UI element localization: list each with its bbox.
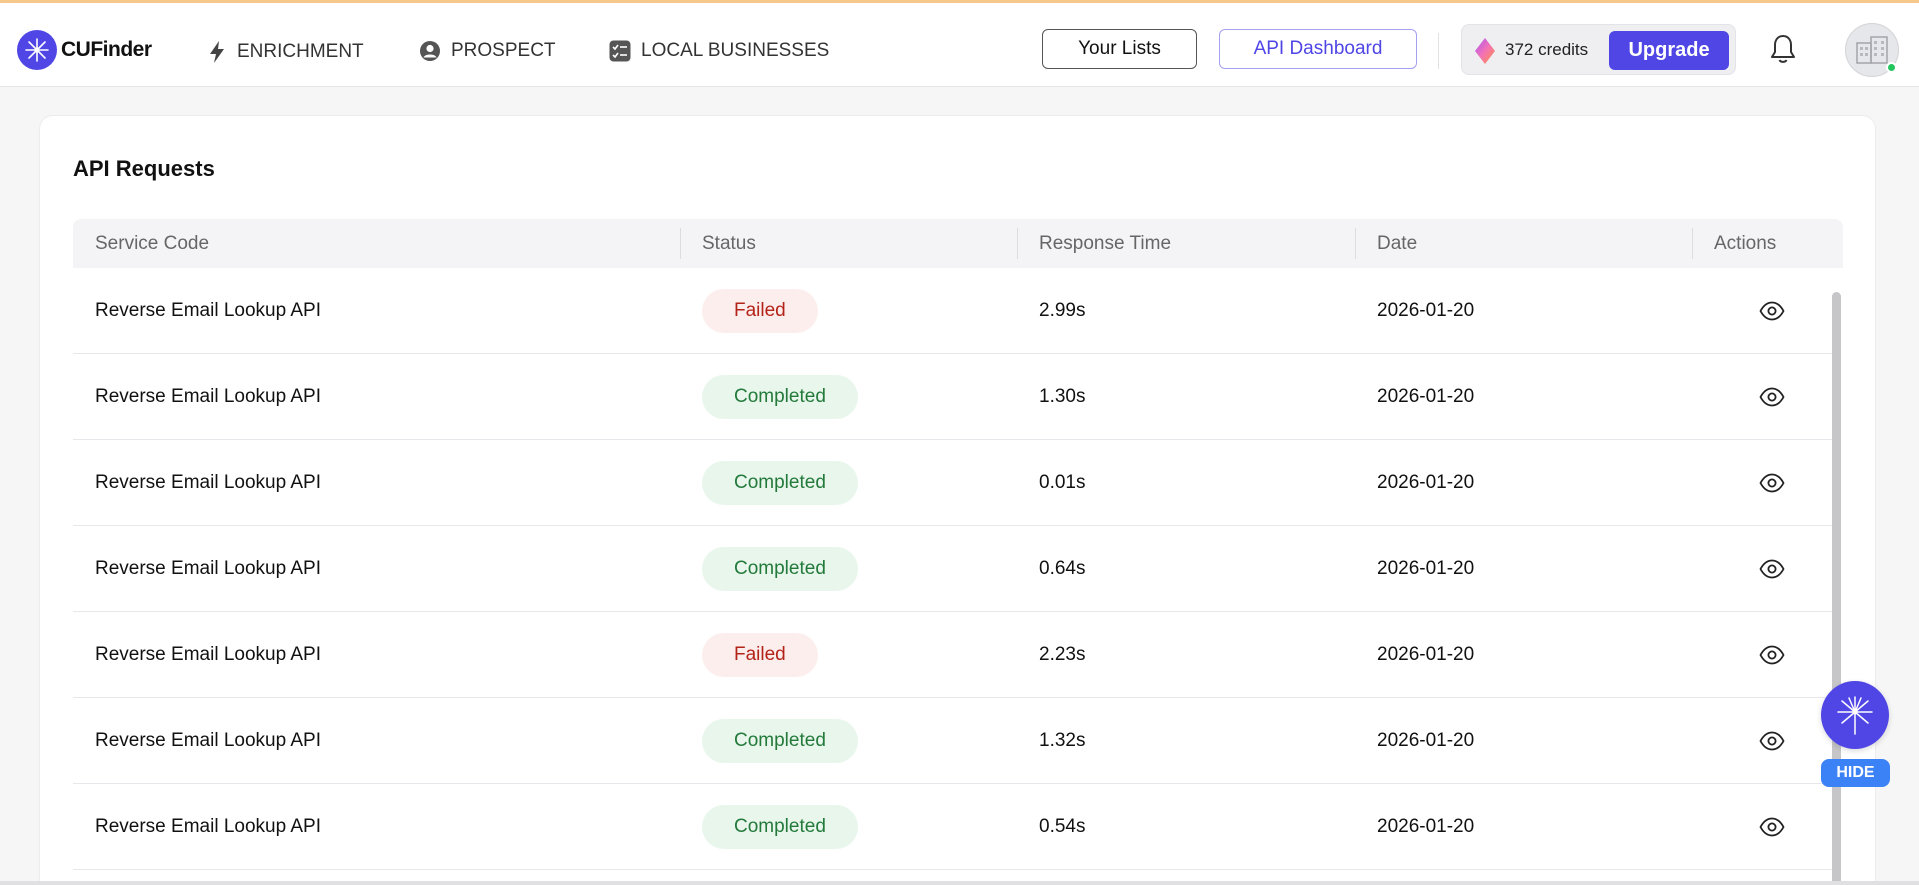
nav-local-businesses-label: LOCAL BUSINESSES bbox=[641, 40, 830, 61]
nav-enrichment-label: ENRICHMENT bbox=[237, 41, 364, 62]
status-cell: Failed bbox=[702, 612, 818, 698]
column-divider bbox=[1355, 228, 1356, 259]
date-cell: 2026-01-20 bbox=[1377, 558, 1475, 579]
response-time-cell: 1.30s bbox=[1039, 386, 1086, 407]
actions-cell bbox=[1759, 354, 1785, 440]
building-avatar-icon bbox=[1856, 36, 1888, 64]
bottom-edge bbox=[0, 881, 1919, 885]
response-time-cell: 0.54s bbox=[1039, 816, 1086, 837]
credits-panel: 372 credits Upgrade bbox=[1461, 24, 1736, 75]
column-header-actions: Actions bbox=[1714, 232, 1777, 254]
date-cell: 2026-01-20 bbox=[1377, 816, 1475, 837]
column-divider bbox=[680, 228, 681, 259]
assistant-widget-button[interactable] bbox=[1821, 681, 1889, 749]
api-dashboard-button[interactable]: API Dashboard bbox=[1219, 29, 1417, 69]
column-header-service-code: Service Code bbox=[95, 232, 210, 254]
date-cell: 2026-01-20 bbox=[1377, 300, 1475, 321]
service-code-cell: Reverse Email Lookup API bbox=[95, 816, 322, 837]
table-row: Reverse Email Lookup API Completed 0.01s 20… bbox=[73, 440, 1833, 526]
table-row: Reverse Email Lookup API Completed 1.32s 20… bbox=[73, 698, 1833, 784]
diamond-credits-icon bbox=[1475, 38, 1495, 64]
date-cell: 2026-01-20 bbox=[1377, 386, 1475, 407]
top-navbar: CUFinder ENRICHMENT PROSPECT LOCAL BUSIN… bbox=[0, 3, 1919, 87]
status-badge: Completed bbox=[702, 375, 858, 419]
status-cell: Completed bbox=[702, 698, 858, 784]
column-header-response-time: Response Time bbox=[1039, 232, 1172, 254]
table-scrollbar[interactable] bbox=[1832, 292, 1841, 885]
table-row: Reverse Email Lookup API Failed 2.99s 2026-… bbox=[73, 268, 1833, 354]
response-time-cell: 2.23s bbox=[1039, 644, 1086, 665]
status-badge: Completed bbox=[702, 461, 858, 505]
view-details-eye-icon[interactable] bbox=[1759, 645, 1785, 665]
nav-prospect[interactable]: PROSPECT bbox=[419, 40, 556, 62]
nav-local-businesses[interactable]: LOCAL BUSINESSES bbox=[609, 40, 829, 62]
column-divider bbox=[1017, 228, 1018, 259]
service-code-cell: Reverse Email Lookup API bbox=[95, 300, 322, 321]
upgrade-button[interactable]: Upgrade bbox=[1609, 31, 1729, 70]
service-code-cell: Reverse Email Lookup API bbox=[95, 386, 322, 407]
view-details-eye-icon[interactable] bbox=[1759, 731, 1785, 751]
view-details-eye-icon[interactable] bbox=[1759, 301, 1785, 321]
brand-name: CUFinder bbox=[61, 38, 152, 61]
response-time-cell: 2.99s bbox=[1039, 300, 1086, 321]
hide-widget-button[interactable]: HIDE bbox=[1821, 759, 1890, 787]
view-details-eye-icon[interactable] bbox=[1759, 559, 1785, 579]
notifications-bell-icon[interactable] bbox=[1768, 33, 1798, 70]
status-cell: Completed bbox=[702, 526, 858, 612]
view-details-eye-icon[interactable] bbox=[1759, 817, 1785, 837]
logo-mark-icon bbox=[17, 30, 57, 70]
online-status-dot bbox=[1886, 62, 1897, 73]
column-header-status: Status bbox=[702, 232, 756, 254]
status-badge: Failed bbox=[702, 289, 818, 333]
service-code-cell: Reverse Email Lookup API bbox=[95, 558, 322, 579]
status-badge: Completed bbox=[702, 805, 858, 849]
table-row: Reverse Email Lookup API Completed 0.64s 20… bbox=[73, 526, 1833, 612]
status-cell: Failed bbox=[702, 268, 818, 354]
service-code-cell: Reverse Email Lookup API bbox=[95, 472, 322, 493]
actions-cell bbox=[1759, 612, 1785, 698]
actions-cell bbox=[1759, 698, 1785, 784]
view-details-eye-icon[interactable] bbox=[1759, 387, 1785, 407]
your-lists-button[interactable]: Your Lists bbox=[1042, 29, 1197, 69]
response-time-cell: 0.64s bbox=[1039, 558, 1086, 579]
table-row: Reverse Email Lookup API Failed 2.23s 2026-… bbox=[73, 612, 1833, 698]
service-code-cell: Reverse Email Lookup API bbox=[95, 730, 322, 751]
view-details-eye-icon[interactable] bbox=[1759, 473, 1785, 493]
date-cell: 2026-01-20 bbox=[1377, 730, 1475, 751]
status-badge: Failed bbox=[702, 633, 818, 677]
api-requests-card: API Requests Service Code Status Respons… bbox=[39, 115, 1876, 885]
status-cell: Completed bbox=[702, 440, 858, 526]
status-badge: Completed bbox=[702, 547, 858, 591]
page-title: API Requests bbox=[73, 156, 215, 181]
header-divider bbox=[1438, 33, 1439, 69]
table-row: Reverse Email Lookup API Completed 1.30s 20… bbox=[73, 354, 1833, 440]
user-circle-icon bbox=[420, 41, 440, 61]
credits-count: 372 credits bbox=[1505, 40, 1589, 59]
dandelion-icon bbox=[1837, 696, 1873, 735]
actions-cell bbox=[1759, 268, 1785, 354]
column-header-date: Date bbox=[1377, 232, 1418, 254]
response-time-cell: 0.01s bbox=[1039, 472, 1086, 493]
status-cell: Completed bbox=[702, 354, 858, 440]
status-badge: Completed bbox=[702, 719, 858, 763]
table-row: Reverse Email Lookup API Completed 0.54s 20… bbox=[73, 784, 1833, 870]
bolt-icon bbox=[210, 41, 224, 63]
brand-logo[interactable]: CUFinder bbox=[17, 30, 152, 70]
checklist-icon bbox=[609, 40, 631, 62]
date-cell: 2026-01-20 bbox=[1377, 472, 1475, 493]
service-code-cell: Reverse Email Lookup API bbox=[95, 644, 322, 665]
status-cell: Completed bbox=[702, 784, 858, 870]
nav-prospect-label: PROSPECT bbox=[451, 40, 556, 61]
column-divider bbox=[1692, 228, 1693, 259]
table-header: Service Code Status Response Time Date A… bbox=[73, 219, 1843, 268]
nav-enrichment[interactable]: ENRICHMENT bbox=[207, 40, 364, 64]
response-time-cell: 1.32s bbox=[1039, 730, 1086, 751]
date-cell: 2026-01-20 bbox=[1377, 644, 1475, 665]
actions-cell bbox=[1759, 784, 1785, 870]
actions-cell bbox=[1759, 440, 1785, 526]
actions-cell bbox=[1759, 526, 1785, 612]
